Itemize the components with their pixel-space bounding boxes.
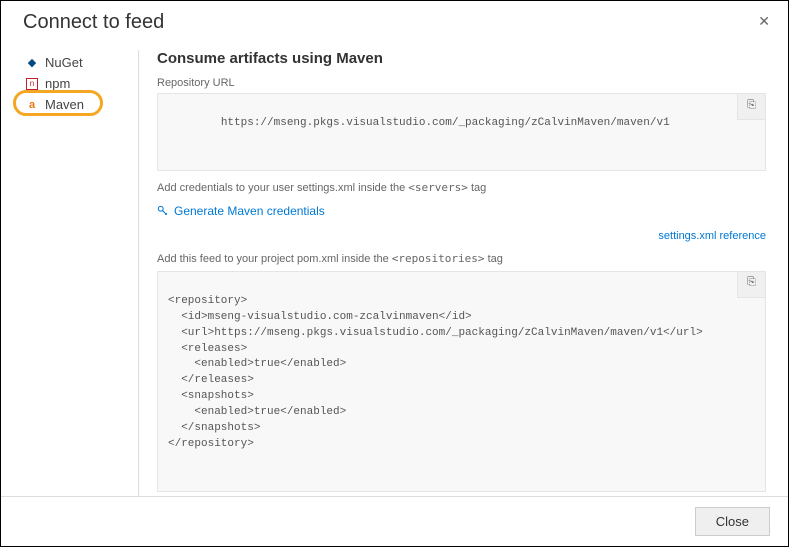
sidebar-item-npm[interactable]: n npm xyxy=(19,73,138,94)
hint-text: Add credentials to your user settings.xm… xyxy=(157,182,408,194)
sidebar-item-label: Maven xyxy=(45,97,84,112)
hint-text: tag xyxy=(485,253,503,265)
settings-ref-row: settings.xml reference xyxy=(157,228,766,242)
repo-url-text: https://mseng.pkgs.visualstudio.com/_pac… xyxy=(221,117,670,129)
npm-icon: n xyxy=(25,77,39,91)
sidebar-item-label: NuGet xyxy=(45,55,83,70)
pom-snippet-text: <repository> <id>mseng-visualstudio.com-… xyxy=(168,295,703,450)
maven-icon: a xyxy=(25,98,39,112)
pom-snippet-box[interactable]: <repository> <id>mseng-visualstudio.com-… xyxy=(157,271,766,492)
hint-text: tag xyxy=(468,182,486,194)
key-icon xyxy=(157,205,169,217)
close-button[interactable]: Close xyxy=(695,507,770,536)
copy-icon: ⎘ xyxy=(747,276,756,292)
repo-url-label: Repository URL xyxy=(157,77,766,89)
dialog-title: Connect to feed xyxy=(23,11,164,34)
generate-credentials-link[interactable]: Generate Maven credentials xyxy=(157,204,325,218)
copy-pom-snippet-button[interactable]: ⎘ xyxy=(737,272,765,298)
dialog-body: ◆ NuGet n npm a Maven Consume artifacts … xyxy=(1,42,788,496)
settings-xml-reference-link[interactable]: settings.xml reference xyxy=(658,230,766,242)
hint-text: Add this feed to your project pom.xml in… xyxy=(157,253,392,265)
dialog-footer: Close xyxy=(1,496,788,546)
sidebar: ◆ NuGet n npm a Maven xyxy=(19,50,139,496)
hint-tag: <repositories> xyxy=(392,252,485,265)
sidebar-item-nuget[interactable]: ◆ NuGet xyxy=(19,52,138,73)
credentials-hint: Add credentials to your user settings.xm… xyxy=(157,181,766,194)
sidebar-item-label: npm xyxy=(45,76,70,91)
nuget-icon: ◆ xyxy=(25,56,39,70)
copy-repo-url-button[interactable]: ⎘ xyxy=(737,94,765,120)
hint-tag: <servers> xyxy=(408,181,468,194)
connect-to-feed-dialog: Connect to feed ✕ ◆ NuGet n npm a Maven … xyxy=(0,0,789,547)
close-icon[interactable]: ✕ xyxy=(754,11,774,32)
sidebar-item-maven[interactable]: a Maven xyxy=(19,94,138,115)
dialog-header: Connect to feed ✕ xyxy=(1,1,788,42)
copy-icon: ⎘ xyxy=(747,99,756,115)
consume-title: Consume artifacts using Maven xyxy=(157,50,766,67)
generate-credentials-label: Generate Maven credentials xyxy=(174,204,325,218)
main-panel: Consume artifacts using Maven Repository… xyxy=(139,50,770,496)
pom-hint: Add this feed to your project pom.xml in… xyxy=(157,252,766,265)
repo-url-box[interactable]: https://mseng.pkgs.visualstudio.com/_pac… xyxy=(157,93,766,171)
